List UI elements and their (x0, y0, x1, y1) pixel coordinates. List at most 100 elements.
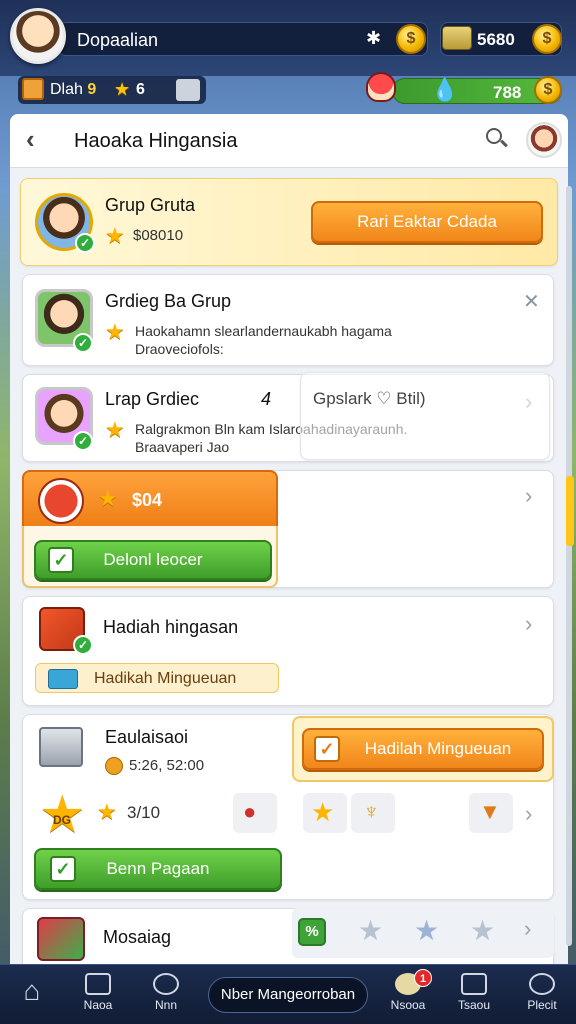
mushroom-icon[interactable] (366, 72, 396, 102)
reward-header: ★ $04 (22, 470, 278, 528)
player-avatar[interactable] (10, 8, 66, 64)
back-icon[interactable]: ‹ (26, 124, 35, 155)
check-box-icon[interactable]: % (298, 918, 326, 946)
message-title: Mosaiag (103, 927, 172, 947)
chevron-right-icon[interactable]: › (524, 916, 531, 942)
star-icon: ★ (105, 223, 125, 248)
message-rating-row: % ★ ★ ★ › (292, 908, 554, 958)
nav-label-2: Nnn (154, 998, 177, 1012)
leap-rank: 4 (261, 389, 272, 409)
level-bar[interactable]: Dlah 9 ★ 6 (18, 76, 206, 104)
level-label: Dlah 9 (50, 81, 97, 98)
gift-reward-label[interactable]: Hadikah Mingueuan (35, 663, 279, 693)
evaluation-title: Eaulaisaoi (105, 727, 189, 747)
water-drop-icon: 💧 (431, 77, 459, 102)
verified-check-icon: ✓ (73, 333, 93, 353)
add-water-icon[interactable]: $ (534, 76, 562, 104)
reward-amount: $04 (132, 490, 163, 510)
group-invite-card[interactable]: ✓ Grdieg Ba Grup ★ Haokahamn slearlander… (22, 274, 554, 366)
evaluation-time: 5:26, 52:00 (129, 757, 205, 774)
home-icon: ⌂ (23, 975, 41, 1006)
verified-check-icon: ✓ (73, 431, 93, 451)
gift-icon (22, 78, 44, 100)
leap-side-panel[interactable]: Gpslark ♡ Btil) (300, 372, 550, 460)
cash-icon (442, 26, 472, 50)
item-slot-1[interactable]: ● (233, 793, 277, 833)
evaluation-claim-label: Benn Pagaan (106, 859, 210, 878)
reward-claim-label: Delonl leocer (103, 550, 203, 569)
puzzle-icon[interactable]: ✱ (366, 28, 381, 49)
invite-desc-1: Haokahamn slearlandernaukabh hagama (135, 323, 392, 339)
nav-item-2[interactable]: Nnn (136, 973, 196, 1021)
leap-side-label: Gpslark ♡ Btil) (313, 389, 426, 408)
content-area[interactable]: ✓ Grup Gruta ★ $08010 Rari Eaktar Cdada … (10, 168, 568, 968)
cash-value: 5680 (477, 30, 515, 49)
chevron-right-icon[interactable]: › (525, 611, 532, 637)
group-card[interactable]: ✓ Grup Gruta ★ $08010 Rari Eaktar Cdada (20, 178, 558, 266)
invite-desc-2: Draoveciofols: (135, 341, 224, 357)
scrollbar-thumb[interactable] (566, 476, 574, 546)
scrollbar-track[interactable] (566, 186, 572, 946)
item-slot-4[interactable]: ▼ (469, 793, 513, 833)
ticket-icon (48, 669, 78, 689)
item-slot-3[interactable]: ♆ (351, 793, 395, 833)
nav-label-1: Naoa (83, 998, 113, 1012)
nav-item-1[interactable]: Naoa (68, 973, 128, 1021)
evaluation-action-label: Hadilah Mingueuan (364, 739, 512, 758)
rating-star-2-icon[interactable]: ★ (414, 914, 439, 947)
nav-home[interactable]: ⌂ (2, 973, 62, 1021)
nav-center-button[interactable]: Nber Mangeorroban (208, 977, 368, 1013)
group-title: Grup Gruta (105, 195, 196, 215)
check-icon: ✓ (48, 547, 74, 573)
nav-item-3[interactable]: Nsooa 1 (378, 969, 438, 1021)
verified-check-icon: ✓ (75, 233, 95, 253)
page-title: Haoaka Hingansia (74, 130, 238, 152)
leap-desc-2: Braavaperi Jao (135, 439, 230, 455)
gift-card[interactable]: ✓ Hadiah hingasan › Hadikah Mingueuan (22, 596, 554, 706)
coin-icon (105, 757, 123, 775)
trophy-icon (176, 79, 200, 101)
group-amount: $08010 (133, 227, 184, 244)
nav-label-4: Tsaou (457, 998, 491, 1012)
star-icon: ★ (97, 799, 117, 824)
coin-icon[interactable]: $ (396, 24, 426, 54)
nav-label-5: Plecit (527, 998, 557, 1012)
group-action-button[interactable]: Rari Eaktar Cdada (311, 201, 543, 243)
username: Dopaalian (77, 30, 159, 50)
invite-title: Grdieg Ba Grup (105, 291, 232, 311)
star-icon: ★ (114, 79, 131, 99)
trophy-icon: ♆ (363, 799, 380, 824)
nav-label-3: Nsooa (390, 998, 426, 1012)
item-slot-2[interactable]: ★ (303, 793, 347, 833)
check-icon: ✓ (50, 856, 76, 882)
search-icon[interactable] (484, 126, 510, 152)
star-icon: ★ (105, 417, 125, 442)
gift-title: Hadiah hingasan (103, 617, 239, 637)
evaluation-score: 3/10 (127, 803, 161, 822)
evaluation-action-button[interactable]: ✓ Hadilah Mingueuan (302, 728, 544, 770)
star-count: 6 (136, 81, 145, 98)
chevron-right-icon[interactable]: › (525, 483, 532, 509)
nav-item-4[interactable]: Tsaou (444, 973, 504, 1021)
add-coin-icon[interactable]: $ (532, 24, 562, 54)
meat-icon: ● (243, 799, 257, 824)
nav-item-5[interactable]: Plecit (512, 973, 572, 1021)
star-icon: ★ (311, 797, 335, 827)
reward-emblem-icon (38, 478, 84, 524)
star-icon: ★ (105, 319, 125, 344)
profile-avatar[interactable] (526, 122, 562, 158)
close-icon[interactable]: ✕ (523, 289, 540, 314)
present-icon (37, 917, 85, 961)
chevron-right-icon[interactable]: › (525, 801, 532, 827)
box-icon (39, 727, 83, 767)
gift-reward-text: Hadikah Mingueuan (94, 670, 237, 687)
rating-star-1-icon[interactable]: ★ (358, 914, 383, 947)
clock-icon (153, 973, 179, 995)
reward-claim-button[interactable]: ✓ Delonl leocer (34, 540, 272, 580)
paw-icon (529, 973, 555, 995)
water-value: 788 (493, 83, 522, 102)
evaluation-claim-button[interactable]: ✓ Benn Pagaan (34, 848, 282, 890)
star-icon: ★ (98, 486, 118, 511)
house-icon (85, 973, 111, 995)
rating-star-3-icon[interactable]: ★ (470, 914, 495, 947)
